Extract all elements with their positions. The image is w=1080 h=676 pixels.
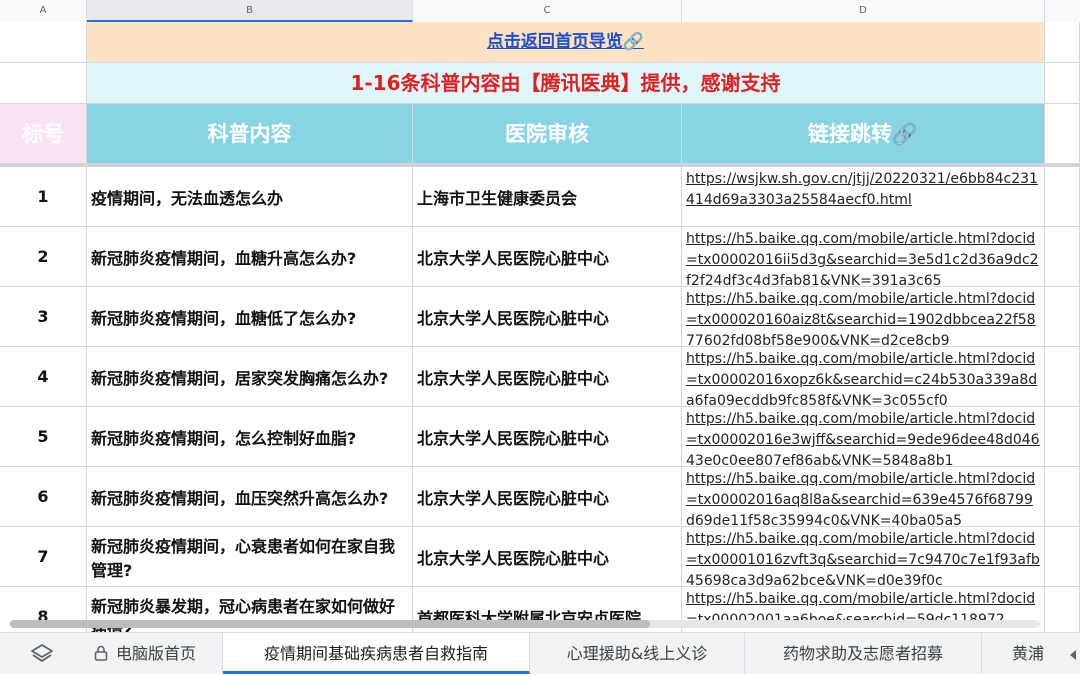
row-topic[interactable]: 新冠肺炎疫情期间，居家突发胸痛怎么办? [87, 347, 413, 407]
header-number: 标号 [0, 104, 87, 164]
row-hospital[interactable]: 北京大学人民医院心脏中心 [413, 287, 682, 347]
row-empty-cell[interactable] [1045, 227, 1080, 287]
row-link[interactable]: https://h5.baike.qq.com/mobile/article.h… [682, 287, 1045, 347]
row-empty-cell[interactable] [1045, 407, 1080, 467]
row-hospital[interactable]: 北京大学人民医院心脏中心 [413, 407, 682, 467]
scrollbar-thumb[interactable] [10, 620, 650, 628]
row-empty-cell[interactable] [1045, 587, 1080, 632]
header-link: 链接跳转🔗 [682, 104, 1045, 164]
row-topic[interactable]: 新冠肺炎疫情期间，血糖低了怎么办? [87, 287, 413, 347]
row-link[interactable]: https://h5.baike.qq.com/mobile/article.h… [682, 407, 1045, 467]
row-number[interactable]: 1 [0, 167, 87, 227]
tab-desktop-home[interactable]: 电脑版首页 [68, 633, 223, 674]
home-nav-link[interactable]: 点击返回首页导览🔗 [87, 22, 1045, 63]
spreadsheet-grid: A B C D 点击返回首页导览🔗 1-16条科普内容由【腾讯医典】提供，感谢支… [0, 0, 1080, 632]
cell-a1[interactable] [0, 22, 87, 63]
row-number[interactable]: 6 [0, 467, 87, 527]
row-hospital[interactable]: 北京大学人民医院心脏中心 [413, 227, 682, 287]
row-topic[interactable]: 新冠肺炎疫情期间，怎么控制好血脂? [87, 407, 413, 467]
column-header-b[interactable]: B [87, 0, 413, 22]
row-hospital[interactable]: 北京大学人民医院心脏中心 [413, 467, 682, 527]
horizontal-scrollbar[interactable] [10, 620, 1040, 628]
cell-e1[interactable] [1045, 22, 1080, 63]
row-empty-cell[interactable] [1045, 467, 1080, 527]
row-empty-cell[interactable] [1045, 167, 1080, 227]
row-hospital[interactable]: 北京大学人民医院心脏中心 [413, 527, 682, 587]
tab-huangpu[interactable]: 黄浦 [982, 633, 1062, 674]
tab-scroll-left-icon[interactable] [1066, 647, 1080, 661]
row-topic[interactable]: 新冠肺炎疫情期间，血压突然升高怎么办? [87, 467, 413, 527]
header-topic: 科普内容 [87, 104, 413, 164]
row-hospital[interactable]: 北京大学人民医院心脏中心 [413, 347, 682, 407]
row-empty-cell[interactable] [1045, 527, 1080, 587]
row-empty-cell[interactable] [1045, 287, 1080, 347]
row-number[interactable]: 4 [0, 347, 87, 407]
row-number[interactable]: 7 [0, 527, 87, 587]
row-topic[interactable]: 新冠肺炎疫情期间，血糖升高怎么办? [87, 227, 413, 287]
row-number[interactable]: 3 [0, 287, 87, 347]
cell-e3[interactable] [1045, 104, 1080, 164]
sheet-tab-bar: 电脑版首页 疫情期间基础疾病患者自救指南 心理援助&线上义诊 药物求助及志愿者招… [0, 632, 1080, 674]
row-topic[interactable]: 新冠肺炎疫情期间，心衰患者如何在家自我管理? [87, 527, 413, 587]
tab-psych-support[interactable]: 心理援助&线上义诊 [530, 633, 745, 674]
column-header-c[interactable]: C [413, 0, 682, 22]
tab-self-rescue-guide[interactable]: 疫情期间基础疾病患者自救指南 [223, 633, 530, 674]
layers-icon[interactable] [30, 643, 54, 665]
row-number[interactable]: 2 [0, 227, 87, 287]
row-link[interactable]: https://h5.baike.qq.com/mobile/article.h… [682, 227, 1045, 287]
row-link[interactable]: https://wsjkw.sh.gov.cn/jtjj/20220321/e6… [682, 167, 1045, 227]
column-header-a[interactable]: A [0, 0, 87, 22]
header-hospital: 医院审核 [413, 104, 682, 164]
row-hospital[interactable]: 上海市卫生健康委员会 [413, 167, 682, 227]
tab-medicine-volunteers[interactable]: 药物求助及志愿者招募 [745, 633, 982, 674]
column-header-e[interactable] [1045, 0, 1080, 22]
row-topic[interactable]: 疫情期间，无法血透怎么办 [87, 167, 413, 227]
cell-a2[interactable] [0, 63, 87, 104]
row-link[interactable]: https://h5.baike.qq.com/mobile/article.h… [682, 527, 1045, 587]
tab-desktop-home-label: 电脑版首页 [115, 644, 196, 663]
cell-e2[interactable] [1045, 63, 1080, 104]
row-link[interactable]: https://h5.baike.qq.com/mobile/article.h… [682, 347, 1045, 407]
row-link[interactable]: https://h5.baike.qq.com/mobile/article.h… [682, 467, 1045, 527]
column-header-d[interactable]: D [682, 0, 1045, 22]
source-banner: 1-16条科普内容由【腾讯医典】提供，感谢支持 [87, 63, 1045, 104]
lock-icon [94, 635, 108, 661]
row-empty-cell[interactable] [1045, 347, 1080, 407]
row-number[interactable]: 5 [0, 407, 87, 467]
column-header-bar: A B C D [0, 0, 1080, 23]
